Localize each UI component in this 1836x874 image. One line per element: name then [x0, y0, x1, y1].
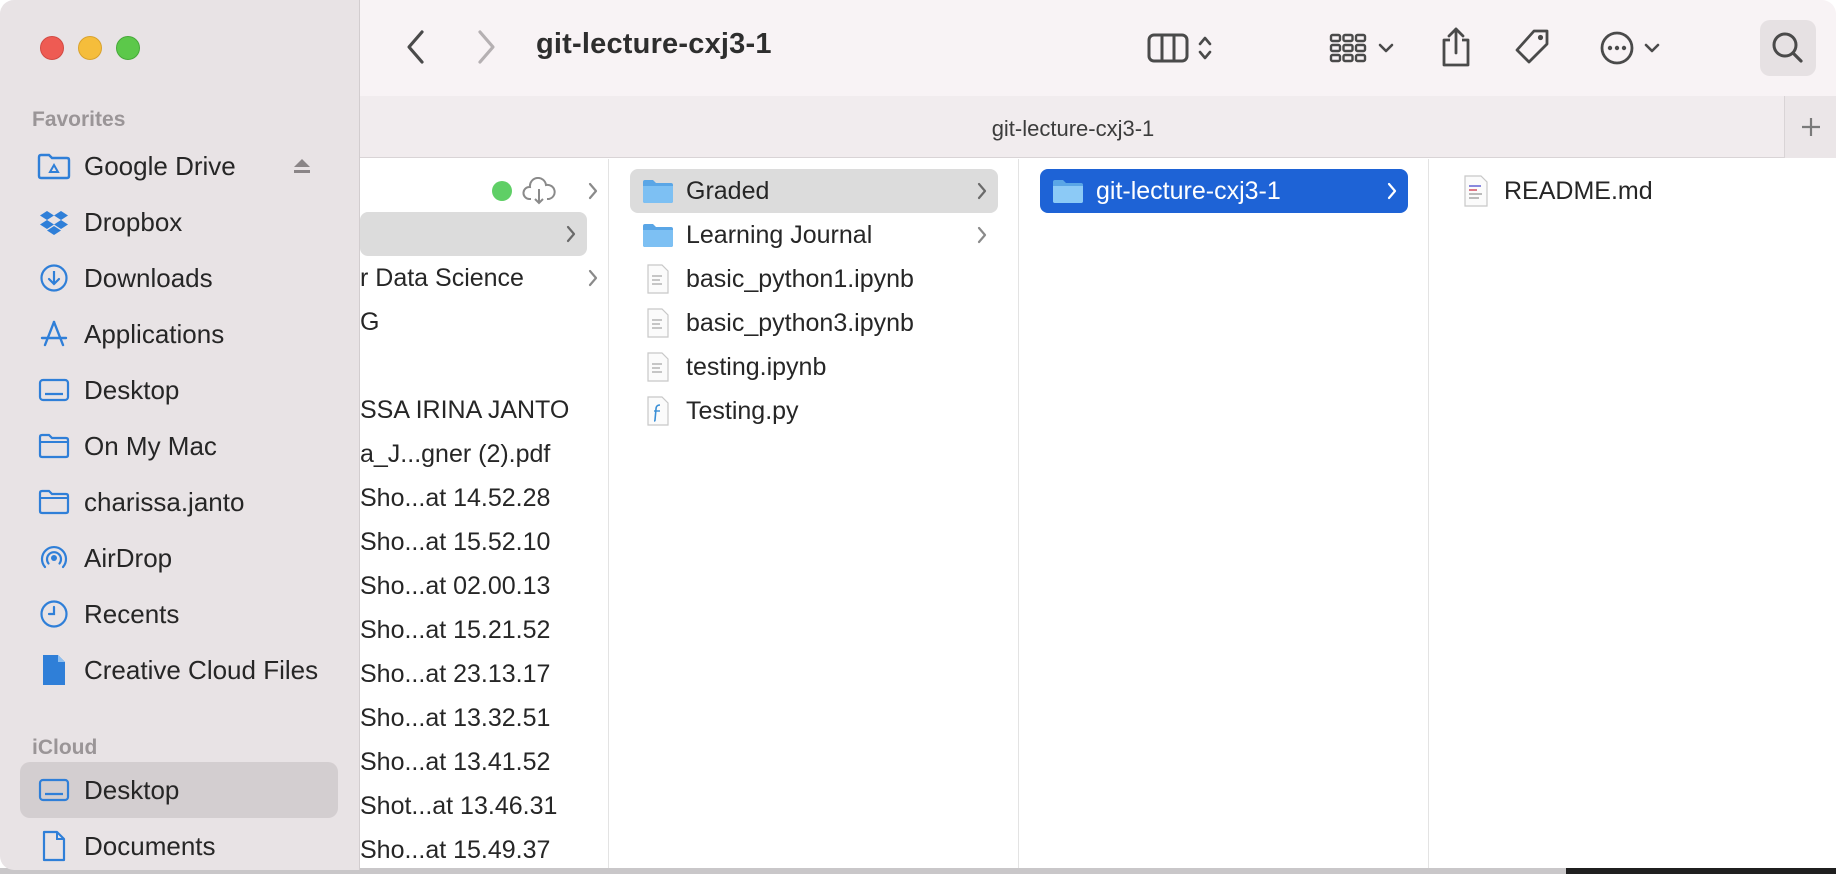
document-icon	[36, 828, 72, 864]
chevron-down-icon	[1378, 43, 1394, 53]
folder-icon	[1052, 175, 1084, 207]
back-button[interactable]	[398, 24, 434, 70]
dropbox-icon	[36, 204, 72, 240]
list-item[interactable]	[360, 169, 608, 213]
list-item-readme[interactable]: README.md	[1460, 169, 1820, 213]
sidebar-item-applications[interactable]: Applications	[20, 306, 338, 362]
close-button[interactable]	[40, 36, 64, 60]
clock-icon	[36, 596, 72, 632]
list-item[interactable]	[360, 212, 587, 256]
tag-icon	[1515, 29, 1549, 64]
downloads-icon	[36, 260, 72, 296]
list-item[interactable]: Sho...at 15.52.10	[360, 520, 550, 564]
eject-icon[interactable]	[292, 156, 312, 176]
ellipsis-circle-icon	[1600, 31, 1634, 65]
google-drive-folder-icon	[36, 148, 72, 184]
sidebar-item-desktop[interactable]: Desktop	[20, 362, 338, 418]
column-view-icon	[1147, 33, 1189, 63]
icloud-download-icon	[522, 177, 556, 205]
sidebar-item-airdrop[interactable]: AirDrop	[20, 530, 338, 586]
list-item-basic-python3[interactable]: basic_python3.ipynb	[630, 301, 998, 345]
list-item[interactable]: Sho...at 15.21.52	[360, 608, 550, 652]
add-tab-button[interactable]	[1784, 96, 1836, 158]
list-item-graded[interactable]: Graded	[630, 169, 998, 213]
forward-button[interactable]	[468, 24, 504, 70]
list-item[interactable]: Shot...at 13.46.31	[360, 784, 557, 828]
sidebar-item-dropbox[interactable]: Dropbox	[20, 194, 338, 250]
airdrop-icon	[36, 540, 72, 576]
more-actions-button[interactable]	[1594, 26, 1666, 70]
document-icon	[642, 307, 674, 339]
folder-icon	[642, 175, 674, 207]
folder-icon	[36, 428, 72, 464]
list-item[interactable]: SSA IRINA JANTO	[360, 388, 569, 432]
chevron-right-icon	[1387, 182, 1397, 200]
sidebar-item-recents[interactable]: Recents	[20, 586, 338, 642]
markdown-file-icon	[1460, 175, 1492, 207]
share-icon	[1442, 27, 1470, 67]
chevron-right-icon	[566, 225, 576, 243]
list-item-basic-python1[interactable]: basic_python1.ipynb	[630, 257, 998, 301]
favorites-heading: Favorites	[32, 108, 126, 131]
view-mode-button[interactable]	[1140, 26, 1220, 70]
list-item-testing-py[interactable]: Testing.py	[630, 389, 998, 433]
folder-icon	[36, 484, 72, 520]
minimize-button[interactable]	[78, 36, 102, 60]
zoom-button[interactable]	[116, 36, 140, 60]
list-item[interactable]: Sho...at 14.52.28	[360, 476, 550, 520]
sync-status-dot	[492, 181, 512, 201]
sidebar-item-icloud-documents[interactable]: Documents	[20, 818, 338, 870]
search-icon	[1772, 32, 1803, 63]
chevron-right-icon	[977, 182, 987, 200]
column-parent: r Data Science G SSA IRINA JANTO a_J...g…	[360, 159, 609, 870]
column-learning: Graded Learning Journal basic_python1.ip…	[610, 159, 1019, 870]
window-controls	[40, 36, 140, 60]
sidebar-item-google-drive[interactable]: Google Drive	[20, 138, 338, 194]
folder-icon	[642, 219, 674, 251]
list-item-git-lecture[interactable]: git-lecture-cxj3-1	[1040, 169, 1408, 213]
list-item[interactable]: Sho...at 02.00.13	[360, 564, 550, 608]
chevron-right-icon	[588, 269, 598, 287]
column-git-lecture: README.md	[1430, 159, 1836, 870]
list-item[interactable]: Sho...at 13.41.52	[360, 740, 550, 784]
plus-icon	[1801, 118, 1820, 136]
chevron-right-icon	[478, 30, 495, 64]
desktop-icon	[36, 772, 72, 808]
list-item-learning-journal[interactable]: Learning Journal	[630, 213, 998, 257]
column-graded: git-lecture-cxj3-1	[1020, 159, 1429, 870]
icloud-heading: iCloud	[32, 736, 98, 759]
grid-icon	[1329, 33, 1367, 63]
list-item-testing-ipynb[interactable]: testing.ipynb	[630, 345, 998, 389]
chevron-right-icon	[588, 182, 598, 200]
chevron-left-icon	[407, 30, 424, 64]
tag-button[interactable]	[1510, 24, 1554, 70]
document-icon	[36, 652, 72, 688]
sidebar-item-on-my-mac[interactable]: On My Mac	[20, 418, 338, 474]
tab-git-lecture[interactable]: git-lecture-cxj3-1	[360, 116, 1786, 142]
updown-chevron-icon	[1198, 36, 1212, 60]
list-item[interactable]: Sho...at 15.49.37	[360, 828, 550, 870]
finder-window: git-lecture-cxj3-1 git-lecture-cxj3-1 r …	[0, 0, 1836, 870]
group-button[interactable]	[1326, 26, 1398, 70]
window-title: git-lecture-cxj3-1	[536, 28, 772, 60]
sidebar-item-icloud-desktop[interactable]: Desktop	[20, 762, 338, 818]
python-file-icon	[642, 395, 674, 427]
desktop-icon	[36, 372, 72, 408]
list-item[interactable]: a_J...gner (2).pdf	[360, 432, 550, 476]
applications-icon	[36, 316, 72, 352]
search-button[interactable]	[1760, 20, 1816, 76]
sidebar-item-creative-cloud[interactable]: Creative Cloud Files	[20, 642, 338, 698]
list-item[interactable]: G	[360, 300, 379, 344]
chevron-right-icon	[977, 226, 987, 244]
sidebar-item-downloads[interactable]: Downloads	[20, 250, 338, 306]
document-icon	[642, 351, 674, 383]
share-button[interactable]	[1436, 22, 1476, 72]
chevron-down-icon	[1644, 43, 1660, 53]
list-item[interactable]: r Data Science	[360, 256, 608, 300]
list-item[interactable]: Sho...at 23.13.17	[360, 652, 550, 696]
document-icon	[642, 263, 674, 295]
list-item[interactable]: Sho...at 13.32.51	[360, 696, 550, 740]
sidebar-item-charissa-janto[interactable]: charissa.janto	[20, 474, 338, 530]
sidebar: Favorites Google Drive Dropbox Downloads	[0, 0, 360, 870]
